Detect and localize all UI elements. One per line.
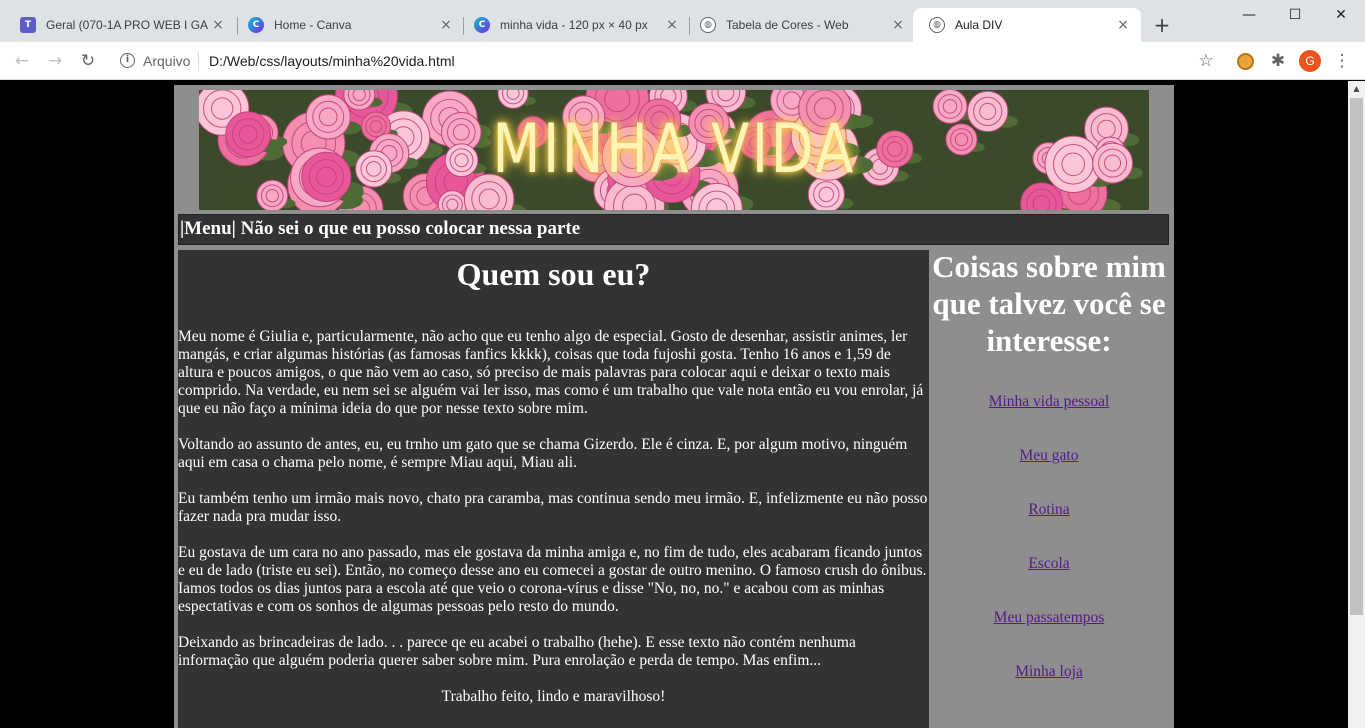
tab-aula-div[interactable]: ◍ Aula DIV × bbox=[913, 8, 1141, 42]
page-viewport: MINHA VIDA |Menu| Não sei o que eu posso… bbox=[0, 81, 1365, 728]
forward-button[interactable]: → bbox=[43, 49, 67, 73]
page-container: MINHA VIDA |Menu| Não sei o que eu posso… bbox=[174, 85, 1174, 728]
sidebar-links: Minha vida pessoal Meu gato Rotina Escol… bbox=[929, 393, 1169, 717]
list-item: Escola bbox=[929, 555, 1169, 609]
paragraph-crush: Eu gostava de um cara no ano passado, ma… bbox=[178, 544, 927, 615]
back-button[interactable]: ← bbox=[10, 49, 34, 73]
minimize-button[interactable]: — bbox=[1226, 0, 1272, 30]
new-tab-button[interactable]: + bbox=[1150, 14, 1174, 38]
sidebar-heading: Coisas sobre mim que talvez você se inte… bbox=[932, 249, 1166, 358]
tab-minha-vida-canva[interactable]: C minha vida - 120 px × 40 px × bbox=[458, 8, 690, 42]
tab-title: Aula DIV bbox=[955, 18, 1003, 32]
main-heading: Quem sou eu? bbox=[456, 256, 651, 292]
close-icon[interactable]: × bbox=[890, 17, 906, 33]
canva-icon: C bbox=[248, 17, 264, 33]
closing-line: Trabalho feito, lindo e maravilhoso! bbox=[441, 688, 666, 705]
link-escola[interactable]: Escola bbox=[1028, 555, 1069, 572]
paragraph-ending: Deixando as brincadeiras de lado. . . pa… bbox=[178, 634, 856, 669]
close-icon[interactable]: × bbox=[1115, 17, 1131, 33]
paragraph-intro: Meu nome é Giulia e, particularmente, nã… bbox=[178, 328, 924, 417]
list-item: Minha loja bbox=[929, 663, 1169, 717]
profile-avatar[interactable]: G bbox=[1299, 50, 1321, 72]
menu-kebab-icon[interactable]: ⋮ bbox=[1330, 49, 1354, 73]
close-icon[interactable]: × bbox=[664, 17, 680, 33]
tab-title: minha vida - 120 px × 40 px bbox=[500, 18, 648, 32]
address-bar[interactable]: D:/Web/css/layouts/minha%20vida.html bbox=[209, 53, 455, 69]
globe-icon: ◍ bbox=[700, 17, 716, 33]
vertical-scrollbar[interactable]: ▲ bbox=[1348, 81, 1365, 728]
tab-title: Home - Canva bbox=[274, 18, 352, 32]
maximize-button[interactable]: ☐ bbox=[1272, 0, 1318, 30]
list-item: Rotina bbox=[929, 501, 1169, 555]
close-window-button[interactable]: ✕ bbox=[1318, 0, 1364, 30]
banner-title: MINHA VIDA bbox=[492, 110, 856, 189]
list-item: Meu passatempos bbox=[929, 609, 1169, 663]
browser-toolbar: ← → ↻ i Arquivo D:/Web/css/layouts/minha… bbox=[0, 42, 1365, 80]
canva-icon: C bbox=[474, 17, 490, 33]
address-divider bbox=[198, 52, 199, 70]
info-icon[interactable]: i bbox=[120, 53, 135, 68]
close-icon[interactable]: × bbox=[210, 17, 226, 33]
tab-tabela-cores[interactable]: ◍ Tabela de Cores - Web × bbox=[684, 8, 916, 42]
menu-bar: |Menu| Não sei o que eu posso colocar ne… bbox=[178, 214, 1169, 245]
reload-button[interactable]: ↻ bbox=[76, 49, 100, 73]
sidebar: Coisas sobre mim que talvez você se inte… bbox=[929, 249, 1169, 728]
scroll-thumb[interactable] bbox=[1350, 98, 1363, 615]
link-minha-loja[interactable]: Minha loja bbox=[1015, 663, 1083, 680]
paragraph-brother: Eu também tenho um irmão mais novo, chat… bbox=[178, 490, 928, 525]
scroll-up-arrow-icon[interactable]: ▲ bbox=[1348, 81, 1365, 97]
paragraph-cat: Voltando ao assunto de antes, eu, eu trn… bbox=[178, 436, 908, 471]
tab-title: Geral (070-1A PRO WEB I GA E bbox=[46, 18, 210, 32]
list-item: Minha vida pessoal bbox=[929, 393, 1169, 447]
globe-icon: ◍ bbox=[929, 17, 945, 33]
cookie-extension-icon[interactable] bbox=[1237, 53, 1254, 70]
extensions-puzzle-icon[interactable]: ✱ bbox=[1266, 49, 1290, 73]
tab-home-canva[interactable]: C Home - Canva × bbox=[232, 8, 464, 42]
link-passatempos[interactable]: Meu passatempos bbox=[994, 609, 1105, 626]
tab-teams[interactable]: T Geral (070-1A PRO WEB I GA E × bbox=[4, 8, 236, 42]
teams-icon: T bbox=[20, 17, 36, 33]
link-meu-gato[interactable]: Meu gato bbox=[1020, 447, 1079, 464]
main-content: Quem sou eu? Meu nome é Giulia e, partic… bbox=[178, 250, 929, 728]
tab-strip: T Geral (070-1A PRO WEB I GA E × C Home … bbox=[0, 0, 1365, 42]
bookmark-star-icon[interactable]: ☆ bbox=[1194, 49, 1218, 73]
close-icon[interactable]: × bbox=[438, 17, 454, 33]
list-item: Meu gato bbox=[929, 447, 1169, 501]
banner-image: MINHA VIDA bbox=[199, 90, 1149, 210]
link-rotina[interactable]: Rotina bbox=[1028, 501, 1069, 518]
tab-title: Tabela de Cores - Web bbox=[726, 18, 849, 32]
link-vida-pessoal[interactable]: Minha vida pessoal bbox=[989, 393, 1110, 410]
file-scheme-label: Arquivo bbox=[143, 53, 191, 69]
